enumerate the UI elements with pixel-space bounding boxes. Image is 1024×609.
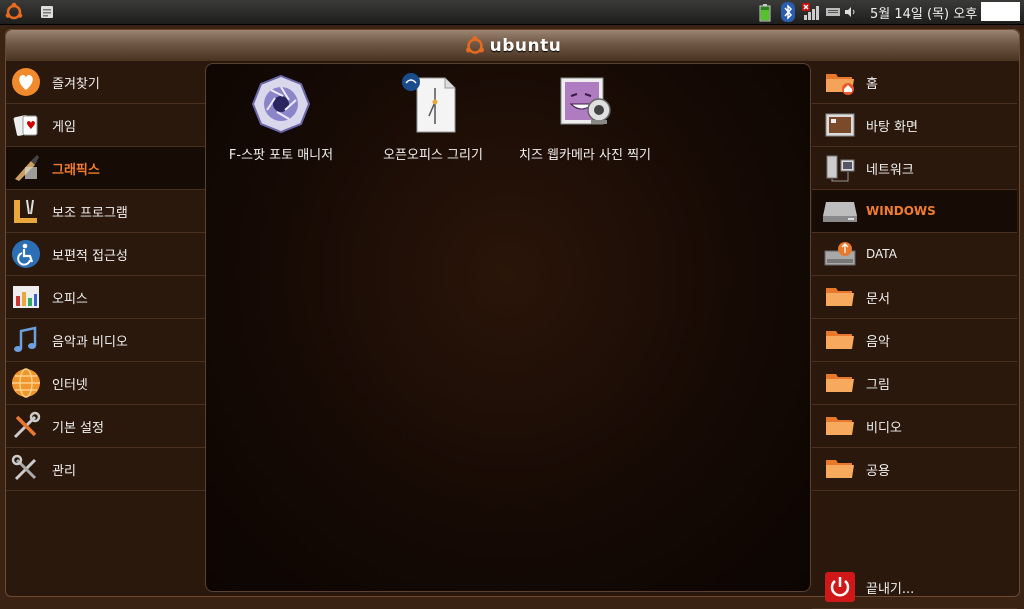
accessories-icon[interactable] bbox=[36, 2, 58, 22]
usb-drive-icon bbox=[822, 238, 858, 270]
administration-icon bbox=[10, 453, 42, 485]
shutdown-label: 끝내기... bbox=[866, 581, 915, 597]
folder-icon bbox=[822, 324, 858, 356]
category-administration[interactable]: 관리 bbox=[6, 448, 205, 491]
category-label: 인터넷 bbox=[52, 377, 88, 393]
app-cheese[interactable]: 치즈 웹카메라 사진 찍기 bbox=[510, 72, 660, 163]
logo-text: ubuntu bbox=[489, 35, 562, 56]
category-label: 게임 bbox=[52, 119, 76, 135]
category-label: 음악과 비디오 bbox=[52, 334, 128, 350]
netbook-launcher: ubuntu 즐겨찾기 ♥ 게임 그래픽스 보조 프로그램 보편적 접근성 오피… bbox=[5, 29, 1020, 609]
office-chart-icon bbox=[10, 281, 42, 313]
application-grid: F-스팟 포토 매니저 오픈오피스 그리기 치즈 웹카메라 사진 찍기 bbox=[205, 63, 811, 592]
folder-icon bbox=[822, 281, 858, 313]
category-label: 오피스 bbox=[52, 291, 88, 307]
place-label: 음악 bbox=[866, 334, 890, 350]
category-label: 관리 bbox=[52, 463, 76, 479]
place-videos[interactable]: 비디오 bbox=[812, 405, 1017, 448]
top-panel: 5월 14일 (목) 오후 bbox=[0, 0, 1024, 25]
category-preferences[interactable]: 기본 설정 bbox=[6, 405, 205, 448]
title-bar: ubuntu bbox=[6, 30, 1019, 61]
place-data[interactable]: DATA bbox=[812, 233, 1017, 276]
preferences-icon bbox=[10, 410, 42, 442]
category-internet[interactable]: 인터넷 bbox=[6, 362, 205, 405]
place-home[interactable]: 홈 bbox=[812, 61, 1017, 104]
place-public[interactable]: 공용 bbox=[812, 448, 1017, 491]
place-label: 네트워크 bbox=[866, 162, 914, 178]
app-label: F-스팟 포토 매니저 bbox=[228, 148, 334, 163]
place-label: WINDOWS bbox=[866, 204, 936, 218]
folder-icon bbox=[822, 410, 858, 442]
graphics-brush-icon bbox=[10, 152, 42, 184]
power-icon bbox=[822, 571, 858, 603]
ubuntu-logo-icon bbox=[465, 35, 484, 54]
category-favorites[interactable]: 즐겨찾기 bbox=[6, 61, 205, 104]
place-network[interactable]: 네트워크 bbox=[812, 147, 1017, 190]
clock[interactable]: 5월 14일 (목) 오후 bbox=[870, 3, 977, 22]
battery-icon[interactable] bbox=[754, 2, 776, 22]
place-label: 그림 bbox=[866, 377, 890, 393]
volume-icon[interactable] bbox=[843, 2, 857, 22]
place-desktop[interactable]: 바탕 화면 bbox=[812, 104, 1017, 147]
place-music[interactable]: 음악 bbox=[812, 319, 1017, 362]
place-label: DATA bbox=[866, 247, 897, 261]
category-accessibility[interactable]: 보편적 접근성 bbox=[6, 233, 205, 276]
cheese-webcam-icon bbox=[553, 72, 617, 136]
category-list: 즐겨찾기 ♥ 게임 그래픽스 보조 프로그램 보편적 접근성 오피스 음악과 비… bbox=[6, 61, 205, 491]
openoffice-draw-icon bbox=[401, 72, 465, 136]
drive-icon bbox=[822, 195, 858, 227]
category-label: 즐겨찾기 bbox=[52, 76, 100, 92]
app-f-spot[interactable]: F-스팟 포토 매니저 bbox=[206, 72, 356, 163]
place-label: 홈 bbox=[866, 76, 878, 92]
category-label: 보조 프로그램 bbox=[52, 205, 128, 221]
category-label: 보편적 접근성 bbox=[52, 248, 128, 264]
clock-time-box[interactable] bbox=[981, 2, 1020, 21]
place-label: 바탕 화면 bbox=[866, 119, 918, 135]
place-label: 공용 bbox=[866, 463, 890, 479]
music-video-icon bbox=[10, 324, 42, 356]
category-office[interactable]: 오피스 bbox=[6, 276, 205, 319]
keyboard-icon[interactable] bbox=[823, 2, 843, 22]
accessories-tools-icon bbox=[10, 195, 42, 227]
favorites-heart-icon bbox=[10, 66, 42, 98]
svg-text:♥: ♥ bbox=[26, 119, 36, 132]
app-label: 치즈 웹카메라 사진 찍기 bbox=[519, 148, 651, 163]
accessibility-icon bbox=[10, 238, 42, 270]
desktop-icon bbox=[822, 109, 858, 141]
folder-icon bbox=[822, 367, 858, 399]
bluetooth-icon[interactable] bbox=[778, 2, 798, 22]
network-disconnected-icon[interactable] bbox=[800, 2, 822, 22]
place-pictures[interactable]: 그림 bbox=[812, 362, 1017, 405]
category-music-video[interactable]: 음악과 비디오 bbox=[6, 319, 205, 362]
category-accessories[interactable]: 보조 프로그램 bbox=[6, 190, 205, 233]
app-openoffice-draw[interactable]: 오픈오피스 그리기 bbox=[358, 72, 508, 163]
network-icon bbox=[822, 152, 858, 184]
internet-globe-icon bbox=[10, 367, 42, 399]
shutdown-button[interactable]: 끝내기... bbox=[812, 566, 1017, 609]
category-games[interactable]: ♥ 게임 bbox=[6, 104, 205, 147]
places-list: 홈 바탕 화면 네트워크 WINDOWS DATA 문서 음악 그림 비디오 공… bbox=[812, 61, 1017, 609]
place-windows[interactable]: WINDOWS bbox=[812, 190, 1017, 233]
home-folder-icon bbox=[822, 66, 858, 98]
ubuntu-logo-icon[interactable] bbox=[2, 2, 26, 22]
category-label: 그래픽스 bbox=[52, 162, 100, 178]
place-label: 비디오 bbox=[866, 420, 902, 436]
app-label: 오픈오피스 그리기 bbox=[383, 148, 483, 163]
folder-icon bbox=[822, 453, 858, 485]
category-graphics[interactable]: 그래픽스 bbox=[6, 147, 205, 190]
place-label: 문서 bbox=[866, 291, 890, 307]
category-label: 기본 설정 bbox=[52, 420, 104, 436]
f-spot-icon bbox=[249, 72, 313, 136]
place-documents[interactable]: 문서 bbox=[812, 276, 1017, 319]
games-cards-icon: ♥ bbox=[10, 109, 42, 141]
